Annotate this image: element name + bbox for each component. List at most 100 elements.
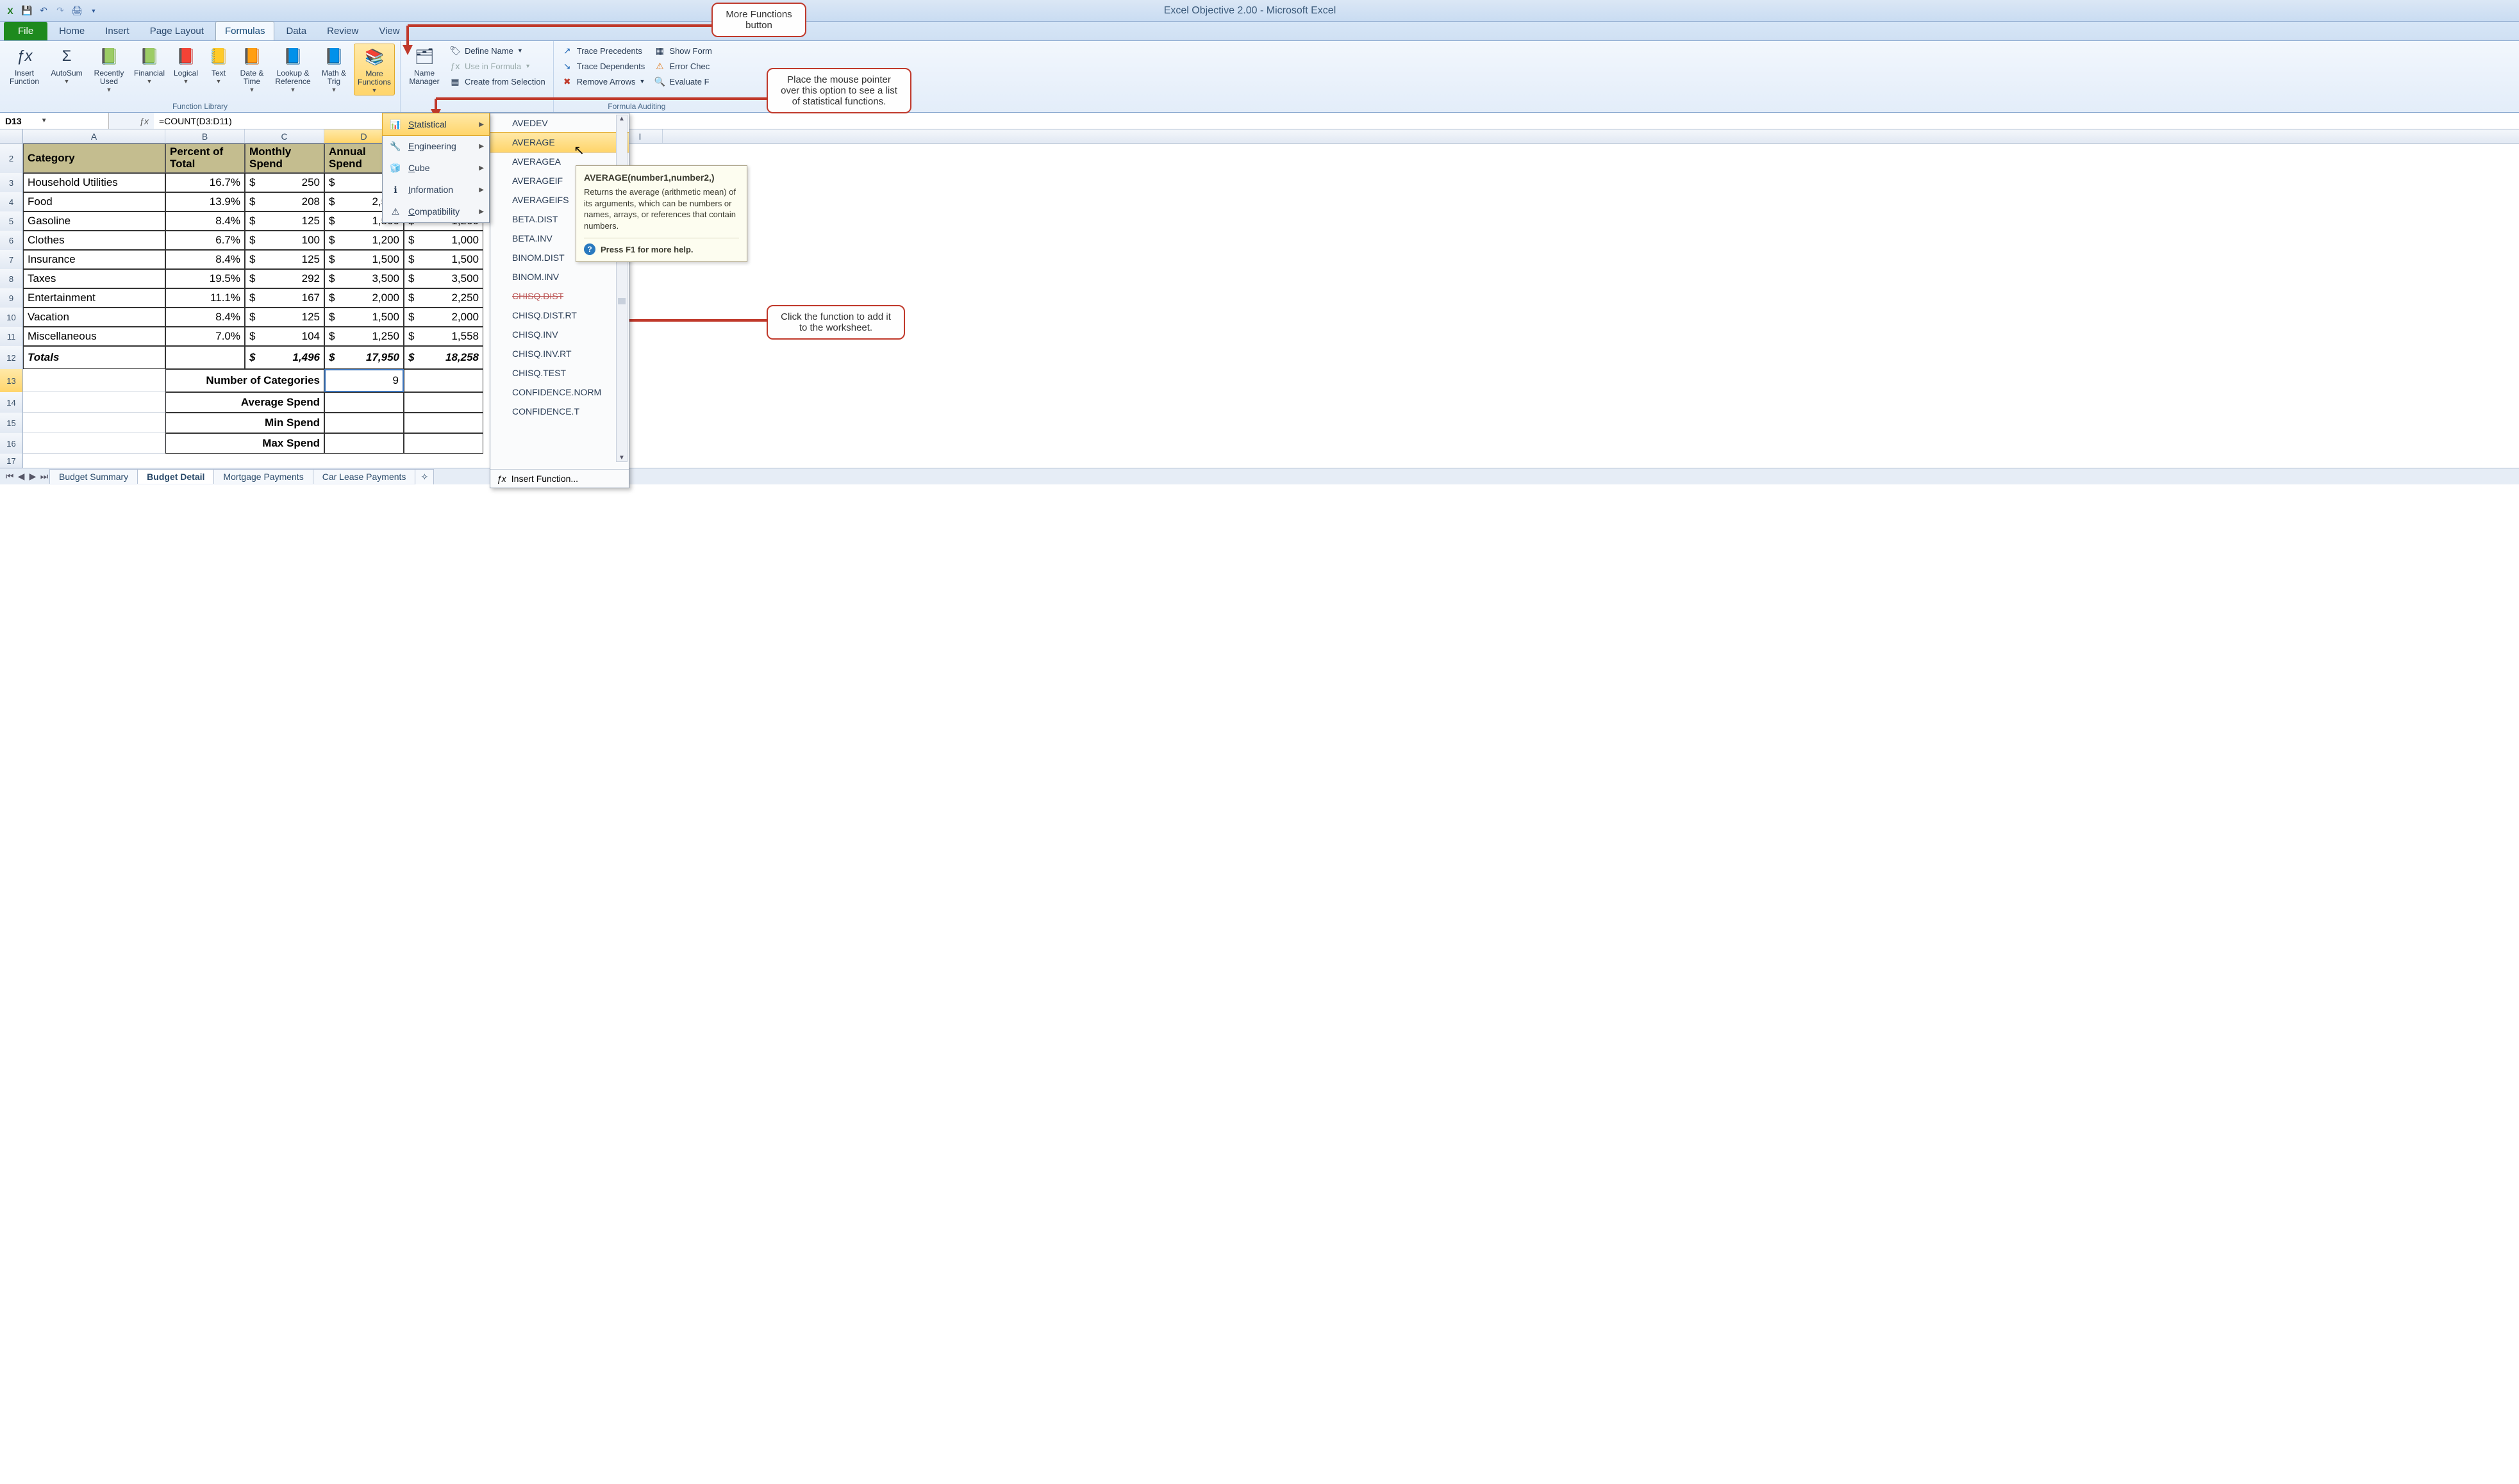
cell-percent[interactable]: 8.4% [165, 250, 245, 269]
cell-percent[interactable]: 8.4% [165, 211, 245, 231]
cell-category[interactable]: Food [23, 192, 165, 211]
sheet-tab[interactable]: Budget Summary [49, 469, 138, 484]
scroll-down-icon[interactable]: ▼ [619, 454, 625, 461]
cell-lastyear[interactable]: $3,500 [404, 269, 483, 288]
cell-blank[interactable] [23, 413, 165, 433]
cell-category[interactable]: Miscellaneous [23, 327, 165, 346]
cell-monthly[interactable]: $167 [245, 288, 324, 308]
row-header[interactable]: 6 [0, 231, 23, 250]
financial-button[interactable]: 📗 Financial▼ [132, 44, 167, 86]
col-header-B[interactable]: B [165, 129, 245, 143]
cell-percent[interactable]: 19.5% [165, 269, 245, 288]
tab-review[interactable]: Review [318, 22, 367, 40]
sheet-tab[interactable]: Mortgage Payments [213, 469, 313, 484]
more-functions-button[interactable]: 📚 More Functions▼ [354, 44, 395, 95]
row-header[interactable]: 10 [0, 308, 23, 327]
row-header[interactable]: 7 [0, 250, 23, 269]
cell-annual[interactable]: $1,500 [324, 308, 404, 327]
row-header[interactable]: 9 [0, 288, 23, 308]
undo-icon[interactable]: ↶ [37, 4, 50, 17]
autosum-button[interactable]: Σ AutoSum▼ [47, 44, 86, 86]
sheet-nav-first-icon[interactable]: ⏮ [4, 471, 15, 482]
cell-annual[interactable]: $1,250 [324, 327, 404, 346]
cell-lastyear[interactable]: $2,000 [404, 308, 483, 327]
cell-blank[interactable] [165, 346, 245, 369]
cell-monthly[interactable]: $125 [245, 211, 324, 231]
function-item-avedev[interactable]: AVEDEV [490, 113, 629, 133]
tab-data[interactable]: Data [277, 22, 315, 40]
label-max_label[interactable]: Max Spend [165, 433, 324, 454]
insert-function-menuitem[interactable]: ƒx Insert Function... [490, 469, 629, 488]
cell-blank[interactable] [404, 413, 483, 433]
evaluate-formula-button[interactable]: 🔍Evaluate F [651, 74, 714, 88]
cell-blank[interactable] [404, 369, 483, 392]
totals-label[interactable]: Totals [23, 346, 165, 369]
function-item-confidence-norm[interactable]: CONFIDENCE.NORM [490, 383, 629, 402]
menu-item-cube[interactable]: 🧊Cube▶ [383, 157, 489, 179]
function-item-binom-inv[interactable]: BINOM.INV [490, 267, 629, 286]
cell-annual[interactable]: $1,500 [324, 250, 404, 269]
row-header[interactable]: 15 [0, 413, 23, 433]
row-header[interactable]: 11 [0, 327, 23, 346]
recently-used-button[interactable]: 📗 Recently Used▼ [90, 44, 128, 94]
logical-button[interactable]: 📕 Logical▼ [170, 44, 201, 86]
date-time-button[interactable]: 📙 Date & Time▼ [236, 44, 268, 94]
fx-label-icon[interactable]: ƒx [109, 116, 154, 126]
function-item-chisq-inv[interactable]: CHISQ.INV [490, 325, 629, 344]
totals-lastyear[interactable]: $18,258 [404, 346, 483, 369]
cell-annual[interactable]: $3,500 [324, 269, 404, 288]
sheet-nav-last-icon[interactable]: ⏭ [38, 471, 50, 482]
cell-annual[interactable]: $1,200 [324, 231, 404, 250]
cell-category[interactable]: Vacation [23, 308, 165, 327]
cell-blank[interactable] [23, 433, 165, 454]
tab-insert[interactable]: Insert [96, 22, 138, 40]
tab-file[interactable]: File [4, 22, 47, 40]
row-header[interactable]: 2 [0, 144, 23, 173]
function-item-chisq-dist[interactable]: CHISQ.DIST [490, 286, 629, 306]
qat-more-icon[interactable]: ▼ [87, 4, 100, 17]
cell-percent[interactable]: 13.9% [165, 192, 245, 211]
cell-annual[interactable]: $2,000 [324, 288, 404, 308]
function-item-average[interactable]: AVERAGE [490, 132, 629, 153]
cell-category[interactable]: Gasoline [23, 211, 165, 231]
sheet-nav-prev-icon[interactable]: ◀ [15, 471, 27, 482]
cell-blank[interactable] [23, 392, 165, 413]
row-header[interactable]: 16 [0, 433, 23, 454]
row-header[interactable]: 5 [0, 211, 23, 231]
cell-monthly[interactable]: $208 [245, 192, 324, 211]
cell-blank[interactable] [324, 433, 404, 454]
tab-formulas[interactable]: Formulas [215, 21, 275, 40]
lookup-reference-button[interactable]: 📘 Lookup & Reference▼ [272, 44, 314, 94]
redo-icon[interactable]: ↷ [54, 4, 67, 17]
function-item-confidence-t[interactable]: CONFIDENCE.T [490, 402, 629, 421]
create-from-selection-button[interactable]: ▦Create from Selection [447, 74, 548, 88]
select-all-corner[interactable] [0, 129, 23, 143]
function-item-chisq-dist-rt[interactable]: CHISQ.DIST.RT [490, 306, 629, 325]
cell-monthly[interactable]: $125 [245, 308, 324, 327]
row-header[interactable]: 14 [0, 392, 23, 413]
label-num-categories[interactable]: Number of Categories [165, 369, 324, 392]
save-icon[interactable]: 💾 [21, 4, 33, 17]
cell-percent[interactable]: 11.1% [165, 288, 245, 308]
name-box[interactable]: D13 ▼ [0, 113, 109, 129]
insert-function-button[interactable]: ƒx Insert Function [5, 44, 44, 87]
remove-arrows-button[interactable]: ✖Remove Arrows ▼ [559, 74, 648, 88]
cell-percent[interactable]: 6.7% [165, 231, 245, 250]
menu-item-engineering[interactable]: 🔧Engineering▶ [383, 135, 489, 157]
row-header[interactable]: 13 [0, 369, 23, 392]
tab-page-layout[interactable]: Page Layout [141, 22, 213, 40]
cell-blank[interactable] [404, 433, 483, 454]
table-header[interactable]: Monthly Spend [245, 144, 324, 173]
menu-item-statistical[interactable]: 📊Statistical▶ [382, 113, 490, 136]
math-trig-button[interactable]: 📘 Math & Trig▼ [318, 44, 350, 94]
cell-category[interactable]: Insurance [23, 250, 165, 269]
cell-percent[interactable]: 8.4% [165, 308, 245, 327]
new-sheet-button[interactable]: ✧ [415, 469, 434, 484]
cell-monthly[interactable]: $292 [245, 269, 324, 288]
row-header[interactable]: 3 [0, 173, 23, 192]
sheet-tab[interactable]: Budget Detail [137, 469, 214, 484]
cell-num-categories[interactable]: 9 [324, 369, 404, 392]
cell-category[interactable]: Household Utilities [23, 173, 165, 192]
cell-category[interactable]: Taxes [23, 269, 165, 288]
sheet-tab[interactable]: Car Lease Payments [313, 469, 416, 484]
